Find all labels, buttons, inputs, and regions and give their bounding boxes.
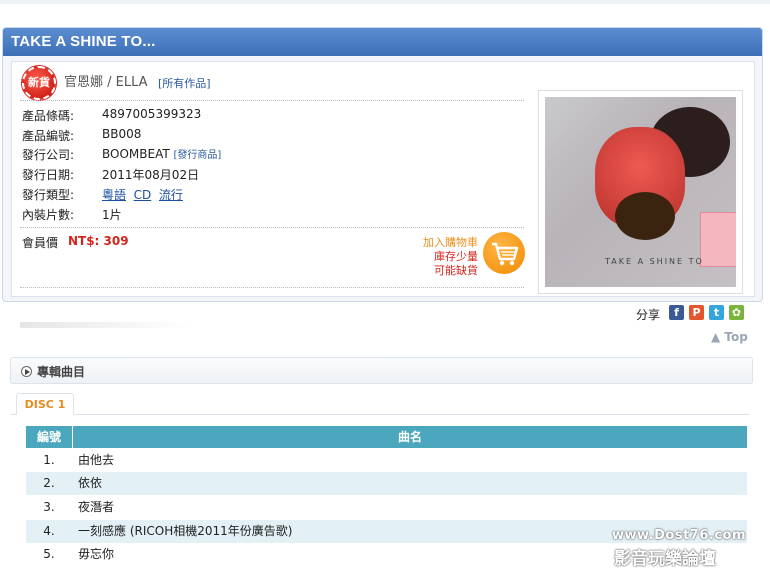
album-cover[interactable]: TAKE A SHINE TO xyxy=(538,90,743,294)
code-label: 產品編號: xyxy=(22,129,75,143)
facebook-icon[interactable]: f xyxy=(669,305,684,320)
cover-sticker xyxy=(700,212,736,267)
publisher-label: 發行公司: xyxy=(22,148,75,162)
divider xyxy=(20,100,524,101)
up-arrow-icon: ▲ xyxy=(711,330,721,344)
top-strip xyxy=(0,0,770,4)
twitter-icon[interactable]: t xyxy=(709,305,724,320)
barcode-label: 產品條碼: xyxy=(22,109,75,123)
msn-icon[interactable]: ✿ xyxy=(729,305,744,320)
faded-placeholder xyxy=(20,322,190,328)
type-tags: 粵語 CD 流行 xyxy=(102,186,183,203)
cart-button[interactable] xyxy=(483,232,525,274)
product-info-box: 新貨 官恩娜 / ELLA [所有作品] 產品條碼: 4897005399323… xyxy=(11,61,755,297)
type-tag-pop[interactable]: 流行 xyxy=(159,188,183,202)
track-name: 一刻感應 (RICOH相機2011年份廣告歌) xyxy=(78,524,293,538)
track-name: 依依 xyxy=(78,476,103,490)
stock-status-line2: 可能缺貨 xyxy=(434,264,478,277)
site-watermark: www.Dost76.com 影音玩樂論壇 xyxy=(608,528,763,569)
cart-icon xyxy=(492,242,519,266)
tab-disc-1[interactable]: DISC 1 xyxy=(16,393,74,415)
track-name: 夜潛者 xyxy=(78,500,115,514)
header-number: 編號 xyxy=(26,426,72,448)
top-link-label: Top xyxy=(724,330,748,344)
discs-label: 內裝片數: xyxy=(22,208,75,222)
tab-bar-line xyxy=(10,414,750,415)
expand-arrow-icon xyxy=(21,366,32,377)
product-header: TAKE A SHINE TO... xyxy=(3,28,762,56)
watermark-url: www.Dost76.com xyxy=(612,528,747,543)
table-row: 3. 夜潛者 xyxy=(26,496,747,519)
track-number: 5. xyxy=(43,547,55,561)
track-number: 4. xyxy=(43,524,55,538)
type-label: 發行類型: xyxy=(22,188,75,202)
divider xyxy=(20,227,524,228)
cover-title-text: TAKE A SHINE TO xyxy=(605,257,704,266)
member-price-value: NT$: 309 xyxy=(68,234,129,248)
back-to-top-link[interactable]: ▲ Top xyxy=(711,330,748,344)
product-title: TAKE A SHINE TO... xyxy=(11,33,156,50)
new-badge: 新貨 xyxy=(22,66,56,100)
type-tag-cd[interactable]: CD xyxy=(134,188,152,202)
track-name: 毋忘你 xyxy=(78,547,115,561)
all-works-link[interactable]: [所有作品] xyxy=(158,75,211,91)
header-song-name: 曲名 xyxy=(73,426,747,448)
publisher-value: BOOMBEAT [發行商品] xyxy=(102,146,221,161)
track-number: 3. xyxy=(43,500,55,514)
publisher-products-link[interactable]: [發行商品] xyxy=(174,150,222,161)
cover-guitar xyxy=(615,192,675,240)
publisher-name: BOOMBEAT xyxy=(102,147,170,161)
divider xyxy=(20,287,524,288)
tracklist-section-header[interactable]: 專輯曲目 xyxy=(10,357,753,384)
album-cover-image: TAKE A SHINE TO xyxy=(545,97,736,287)
track-name: 由他去 xyxy=(78,453,115,467)
share-label: 分享 xyxy=(636,308,661,322)
barcode-value: 4897005399323 xyxy=(102,107,202,121)
type-tag-cantonese[interactable]: 粵語 xyxy=(102,188,126,202)
plurk-icon[interactable]: P xyxy=(689,305,704,320)
discs-value: 1片 xyxy=(102,208,122,222)
table-row: 1. 由他去 xyxy=(26,449,747,472)
product-panel: TAKE A SHINE TO... 新貨 官恩娜 / ELLA [所有作品] … xyxy=(2,27,763,302)
artist-name[interactable]: 官恩娜 / ELLA xyxy=(64,71,148,90)
member-price-label: 會員價 xyxy=(22,236,59,250)
tracklist-section-title: 專輯曲目 xyxy=(37,365,86,379)
date-value: 2011年08月02日 xyxy=(102,168,200,182)
code-value: BB008 xyxy=(102,127,142,141)
table-row: 2. 依依 xyxy=(26,472,747,495)
track-number: 2. xyxy=(43,476,55,490)
track-number: 1. xyxy=(43,453,55,467)
watermark-forum-name: 影音玩樂論壇 xyxy=(614,549,716,569)
date-label: 發行日期: xyxy=(22,168,75,182)
